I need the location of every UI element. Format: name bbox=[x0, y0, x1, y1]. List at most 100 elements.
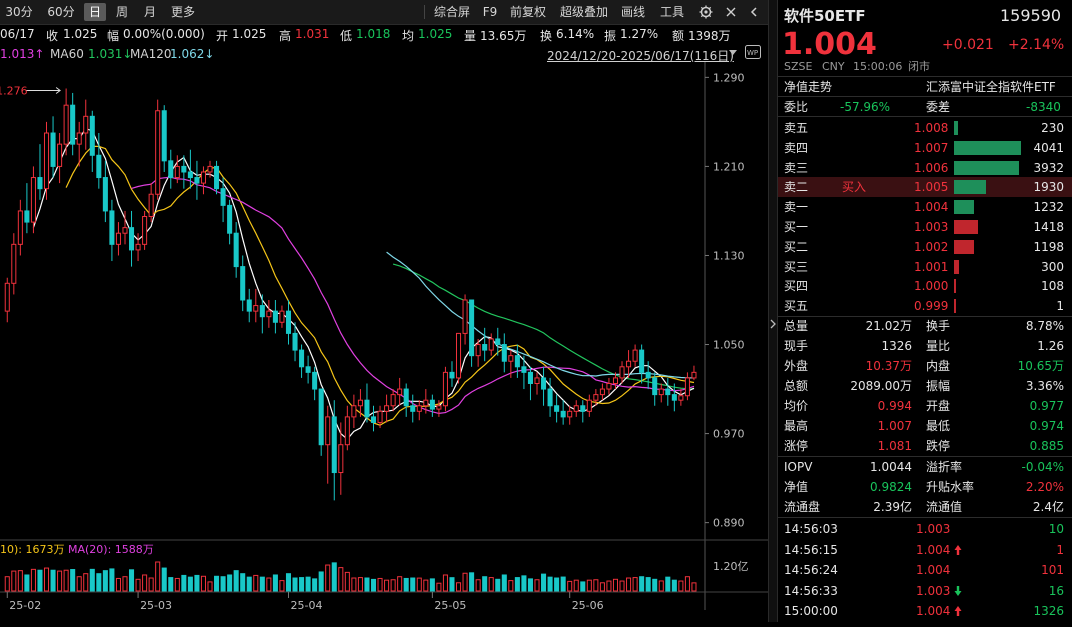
candle[interactable] bbox=[574, 400, 578, 417]
candle[interactable] bbox=[44, 122, 48, 200]
candle[interactable] bbox=[542, 367, 546, 406]
composite-screen-button[interactable]: 综合屏 bbox=[430, 3, 474, 21]
candle[interactable] bbox=[417, 400, 421, 420]
close-icon[interactable] bbox=[722, 3, 740, 21]
gear-icon[interactable] bbox=[696, 3, 716, 21]
period-week-button[interactable]: 周 bbox=[112, 3, 132, 21]
order-book-row[interactable]: 买二1.0021198 bbox=[778, 237, 1072, 257]
collapse-left-icon[interactable] bbox=[745, 3, 763, 21]
candle[interactable] bbox=[345, 406, 349, 451]
candle[interactable] bbox=[241, 255, 245, 311]
candle[interactable] bbox=[201, 166, 205, 194]
candle[interactable] bbox=[260, 294, 264, 333]
candle[interactable] bbox=[326, 406, 330, 484]
candle[interactable] bbox=[587, 395, 591, 417]
candle[interactable] bbox=[535, 372, 539, 394]
candle[interactable] bbox=[489, 333, 493, 355]
adjust-forward-button[interactable]: 前复权 bbox=[505, 3, 551, 21]
f9-button[interactable]: F9 bbox=[480, 3, 500, 21]
candle[interactable] bbox=[385, 395, 389, 423]
candle[interactable] bbox=[38, 144, 42, 200]
candle[interactable] bbox=[483, 328, 487, 361]
candle[interactable] bbox=[306, 356, 310, 384]
candle[interactable] bbox=[143, 211, 147, 250]
period-60min-button[interactable]: 60分 bbox=[44, 3, 78, 21]
index-fund-link[interactable]: 汇添富中证全指软件ETF bbox=[926, 77, 1056, 97]
candle[interactable] bbox=[267, 300, 271, 328]
panel-splitter[interactable] bbox=[768, 0, 778, 622]
more-periods-button[interactable]: 更多 bbox=[166, 3, 200, 21]
candle[interactable] bbox=[215, 161, 219, 194]
candle[interactable] bbox=[116, 222, 120, 255]
candle[interactable] bbox=[443, 367, 447, 412]
order-book-row[interactable]: 卖一1.0041232 bbox=[778, 197, 1072, 217]
candle[interactable] bbox=[430, 395, 434, 417]
candle[interactable] bbox=[358, 389, 362, 417]
candle[interactable] bbox=[136, 233, 140, 261]
chevron-down-icon[interactable] bbox=[728, 46, 738, 60]
candle[interactable] bbox=[515, 345, 519, 378]
candle[interactable] bbox=[51, 116, 55, 177]
candle[interactable] bbox=[110, 200, 114, 261]
candle[interactable] bbox=[692, 366, 696, 380]
candle[interactable] bbox=[456, 333, 460, 383]
candle[interactable] bbox=[339, 422, 343, 494]
candle[interactable] bbox=[280, 306, 284, 328]
candle[interactable] bbox=[568, 406, 572, 425]
candle[interactable] bbox=[561, 400, 565, 424]
candle[interactable] bbox=[411, 395, 415, 423]
period-30min-button[interactable]: 30分 bbox=[2, 3, 36, 21]
candle[interactable] bbox=[58, 133, 62, 183]
candle[interactable] bbox=[502, 333, 506, 372]
candle[interactable] bbox=[156, 100, 160, 200]
candle[interactable] bbox=[319, 389, 323, 456]
period-day-button[interactable]: 日 bbox=[84, 3, 106, 21]
candle[interactable] bbox=[450, 361, 454, 387]
candle[interactable] bbox=[555, 395, 559, 423]
candle[interactable] bbox=[365, 383, 369, 422]
candle[interactable] bbox=[391, 389, 395, 411]
candle[interactable] bbox=[84, 100, 88, 150]
order-book-row[interactable]: 买一1.0031418 bbox=[778, 217, 1072, 237]
candle[interactable] bbox=[404, 383, 408, 416]
candle[interactable] bbox=[666, 378, 670, 406]
candle[interactable] bbox=[5, 278, 9, 323]
candle[interactable] bbox=[313, 367, 317, 400]
candle[interactable] bbox=[633, 345, 637, 367]
candle[interactable] bbox=[286, 300, 290, 345]
nav-trend-tab[interactable]: 净值走势 bbox=[784, 77, 832, 97]
candle[interactable] bbox=[169, 150, 173, 189]
candle[interactable] bbox=[640, 345, 644, 384]
candle[interactable] bbox=[254, 289, 258, 322]
kline-chart[interactable]: 1.2901.2101.1301.0500.9700.8901.27610): … bbox=[0, 62, 768, 622]
order-book-row[interactable]: 卖三1.0063932 bbox=[778, 158, 1072, 178]
order-book-row[interactable]: 买五0.9991 bbox=[778, 296, 1072, 316]
wp-icon[interactable]: WP bbox=[745, 45, 761, 62]
candle[interactable] bbox=[71, 93, 75, 155]
candle[interactable] bbox=[470, 300, 474, 367]
candle[interactable] bbox=[103, 161, 107, 222]
candle[interactable] bbox=[228, 200, 232, 245]
order-book-row[interactable]: 卖四1.0074041 bbox=[778, 138, 1072, 158]
order-book-row[interactable]: 卖二买入1.0051930 bbox=[778, 177, 1072, 197]
candle[interactable] bbox=[685, 372, 689, 400]
candle[interactable] bbox=[130, 211, 134, 267]
candle[interactable] bbox=[162, 105, 166, 172]
candle[interactable] bbox=[25, 183, 29, 233]
candle[interactable] bbox=[234, 222, 238, 278]
candle[interactable] bbox=[600, 383, 604, 400]
candle[interactable] bbox=[659, 383, 663, 402]
order-book-row[interactable]: 买四1.000108 bbox=[778, 276, 1072, 296]
period-month-button[interactable]: 月 bbox=[140, 3, 160, 21]
order-book-row[interactable]: 买三1.001300 bbox=[778, 257, 1072, 277]
candle[interactable] bbox=[247, 289, 251, 322]
candle[interactable] bbox=[581, 400, 585, 422]
candle[interactable] bbox=[371, 406, 375, 432]
candle[interactable] bbox=[273, 300, 277, 333]
candle[interactable] bbox=[195, 161, 199, 200]
candle[interactable] bbox=[463, 294, 467, 344]
candle[interactable] bbox=[18, 200, 22, 256]
candle[interactable] bbox=[398, 378, 402, 406]
candle[interactable] bbox=[12, 233, 16, 294]
draw-line-button[interactable]: 画线 bbox=[618, 3, 648, 21]
